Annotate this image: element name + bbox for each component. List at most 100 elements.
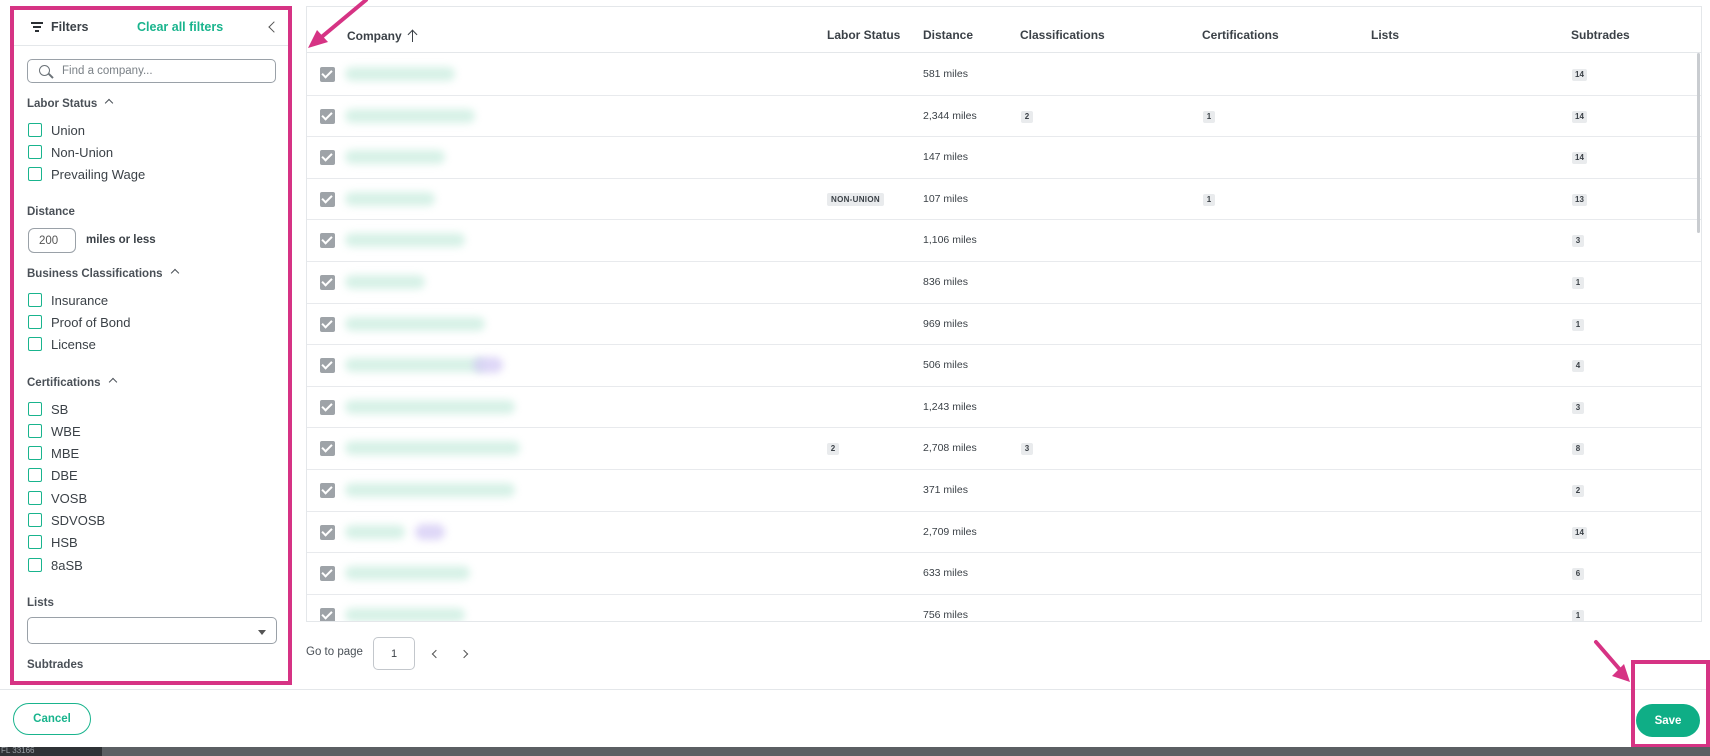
column-header-company[interactable]: Company bbox=[347, 28, 418, 43]
certification-option-wbe[interactable]: WBE bbox=[28, 422, 81, 440]
certification-option-sdvosb[interactable]: SDVOSB bbox=[28, 511, 105, 529]
column-header-distance[interactable]: Distance bbox=[923, 28, 973, 42]
vertical-scrollbar[interactable] bbox=[1697, 53, 1700, 233]
row-checkbox[interactable] bbox=[320, 441, 335, 457]
subtrades-count-badge: 14 bbox=[1572, 152, 1587, 165]
row-checkbox[interactable] bbox=[320, 275, 335, 290]
row-checkbox[interactable] bbox=[320, 67, 335, 82]
classification-option-license[interactable]: License bbox=[28, 335, 96, 353]
labor-status-section-title[interactable]: Labor Status bbox=[27, 98, 114, 110]
checkbox[interactable] bbox=[28, 558, 42, 572]
company-name-redacted[interactable] bbox=[345, 191, 435, 206]
classification-option-proof-of-bond[interactable]: Proof of Bond bbox=[28, 313, 131, 331]
save-button[interactable]: Save bbox=[1636, 704, 1700, 737]
table-row[interactable]: NON-UNION 107 miles 1 13 bbox=[307, 179, 1701, 221]
cancel-button[interactable]: Cancel bbox=[13, 703, 91, 735]
next-page-icon[interactable] bbox=[460, 648, 472, 660]
certification-option-sb[interactable]: SB bbox=[28, 400, 68, 418]
companies-table: Company Labor Status Distance Classifica… bbox=[306, 6, 1702, 622]
labor-status-option-non-union[interactable]: Non-Union bbox=[28, 143, 113, 161]
company-name-redacted[interactable] bbox=[345, 524, 405, 539]
company-name-redacted[interactable] bbox=[345, 108, 475, 123]
column-header-subtrades[interactable]: Subtrades bbox=[1571, 28, 1630, 42]
distance-cell: 2,709 miles bbox=[923, 525, 977, 538]
table-row[interactable]: 633 miles 6 bbox=[307, 553, 1701, 595]
row-checkbox[interactable] bbox=[320, 566, 335, 582]
company-name-redacted[interactable] bbox=[345, 150, 445, 165]
row-checkbox[interactable] bbox=[320, 358, 335, 374]
classifications-count-badge: 3 bbox=[1021, 443, 1033, 456]
checkbox[interactable] bbox=[28, 315, 42, 329]
row-checkbox[interactable] bbox=[320, 108, 335, 124]
column-header-classifications[interactable]: Classifications bbox=[1020, 28, 1105, 42]
company-name-redacted[interactable] bbox=[345, 233, 465, 248]
table-row[interactable]: 506 miles 4 bbox=[307, 345, 1701, 387]
company-name-redacted[interactable] bbox=[345, 67, 455, 81]
distance-input[interactable] bbox=[28, 228, 76, 253]
row-checkbox[interactable] bbox=[320, 191, 335, 207]
table-row[interactable]: 836 miles 1 bbox=[307, 262, 1701, 304]
row-checkbox[interactable] bbox=[320, 233, 335, 249]
lists-dropdown[interactable] bbox=[27, 617, 277, 644]
labor-status-option-union[interactable]: Union bbox=[28, 121, 85, 139]
row-checkbox[interactable] bbox=[320, 607, 335, 621]
previous-page-icon[interactable] bbox=[430, 648, 442, 660]
sort-ascending-icon bbox=[408, 30, 418, 42]
distance-cell: 633 miles bbox=[923, 567, 968, 580]
checkbox[interactable] bbox=[28, 468, 42, 482]
checkbox[interactable] bbox=[28, 337, 42, 351]
business-classifications-section-title[interactable]: Business Classifications bbox=[27, 268, 179, 280]
page-number-input[interactable] bbox=[373, 637, 415, 670]
company-name-redacted[interactable] bbox=[345, 275, 425, 289]
company-name-redacted[interactable] bbox=[345, 358, 485, 373]
checkbox[interactable] bbox=[28, 145, 42, 159]
column-header-certifications[interactable]: Certifications bbox=[1202, 28, 1279, 42]
checkbox[interactable] bbox=[28, 293, 42, 307]
certification-option-hsb[interactable]: HSB bbox=[28, 533, 78, 551]
column-header-labor-status[interactable]: Labor Status bbox=[827, 28, 900, 42]
certifications-section-title[interactable]: Certifications bbox=[27, 377, 117, 389]
row-checkbox[interactable] bbox=[320, 150, 335, 166]
checkbox[interactable] bbox=[28, 424, 42, 438]
row-checkbox[interactable] bbox=[320, 483, 335, 498]
checkbox[interactable] bbox=[28, 402, 42, 416]
checkbox[interactable] bbox=[28, 535, 42, 549]
table-row[interactable]: 581 miles 14 bbox=[307, 54, 1701, 96]
clear-all-filters-link[interactable]: Clear all filters bbox=[137, 20, 223, 34]
classification-option-insurance[interactable]: Insurance bbox=[28, 291, 108, 309]
row-checkbox[interactable] bbox=[320, 316, 335, 332]
row-checkbox[interactable] bbox=[320, 524, 335, 540]
company-name-redacted[interactable] bbox=[345, 316, 485, 331]
company-name-redacted[interactable] bbox=[345, 566, 470, 581]
checkbox[interactable] bbox=[28, 167, 42, 181]
row-checkbox[interactable] bbox=[320, 399, 335, 415]
certification-option-8asb[interactable]: 8aSB bbox=[28, 556, 83, 574]
checkbox[interactable] bbox=[28, 446, 42, 460]
company-name-redacted[interactable] bbox=[345, 483, 515, 497]
checkbox[interactable] bbox=[28, 123, 42, 137]
table-row[interactable]: 2,344 miles 2 1 14 bbox=[307, 96, 1701, 138]
subtrades-count-badge: 3 bbox=[1572, 401, 1584, 414]
table-row[interactable]: 2,709 miles 14 bbox=[307, 512, 1701, 554]
company-name-redacted[interactable] bbox=[345, 441, 520, 456]
collapse-sidebar-icon[interactable] bbox=[266, 20, 280, 34]
bottom-bar-text: FL 33166 bbox=[1, 746, 35, 755]
certification-option-mbe[interactable]: MBE bbox=[28, 444, 79, 462]
checkbox[interactable] bbox=[28, 513, 42, 527]
company-name-redacted[interactable] bbox=[345, 399, 515, 414]
certification-option-dbe[interactable]: DBE bbox=[28, 466, 78, 484]
table-row[interactable]: 147 miles 14 bbox=[307, 137, 1701, 179]
checkbox[interactable] bbox=[28, 491, 42, 505]
table-row[interactable]: 969 miles 1 bbox=[307, 304, 1701, 346]
table-row[interactable]: 2 2,708 miles 3 8 bbox=[307, 428, 1701, 470]
certification-option-vosb[interactable]: VOSB bbox=[28, 489, 87, 507]
table-row[interactable]: 1,243 miles 3 bbox=[307, 387, 1701, 429]
distance-cell: 969 miles bbox=[923, 317, 968, 330]
table-row[interactable]: 371 miles 2 bbox=[307, 470, 1701, 512]
table-row[interactable]: 756 miles 1 bbox=[307, 595, 1701, 621]
column-header-lists[interactable]: Lists bbox=[1371, 28, 1399, 42]
labor-status-option-prevailing-wage[interactable]: Prevailing Wage bbox=[28, 165, 145, 183]
table-row[interactable]: 1,106 miles 3 bbox=[307, 220, 1701, 262]
company-name-redacted[interactable] bbox=[345, 607, 465, 621]
company-search-input[interactable] bbox=[62, 63, 262, 79]
